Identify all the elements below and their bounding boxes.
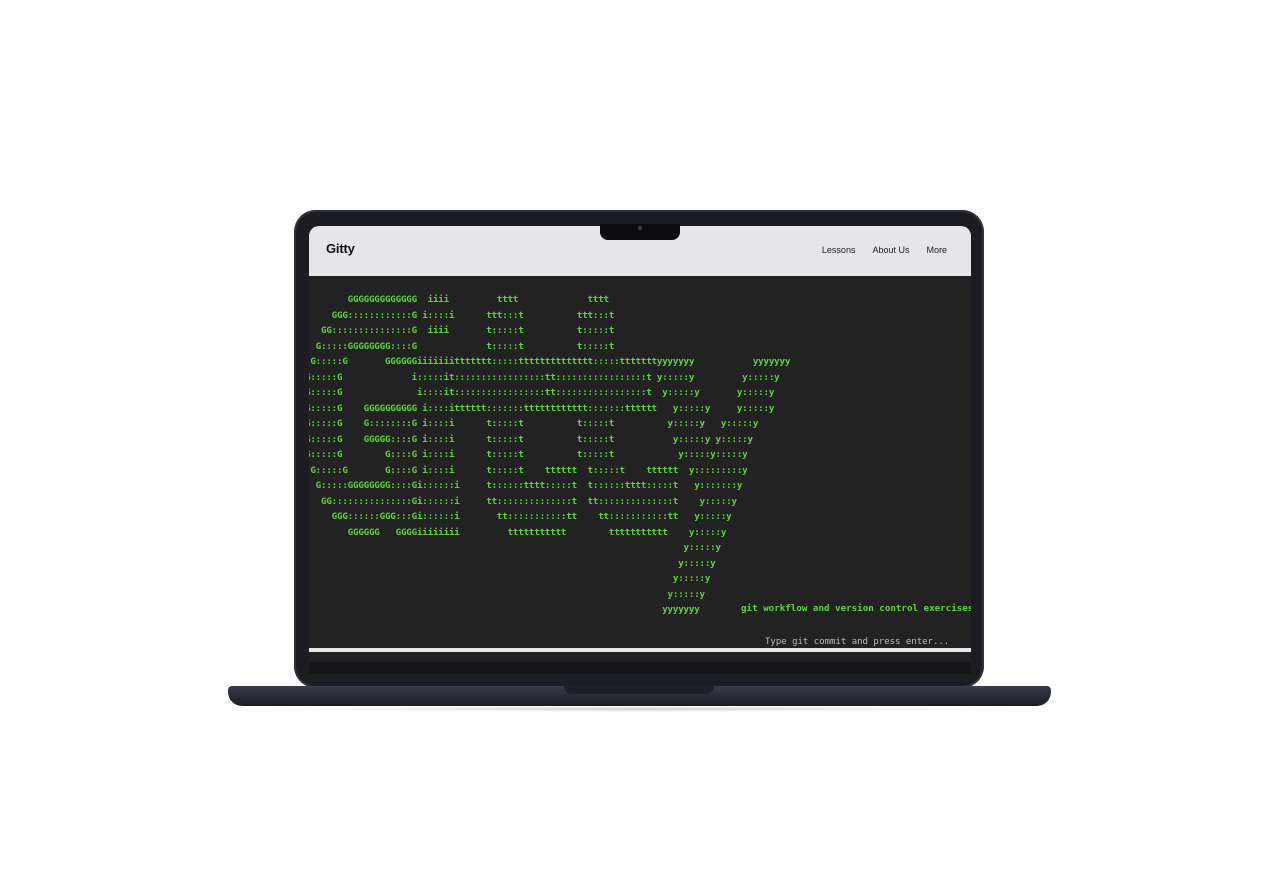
laptop-mockup: Gitty Lessons About Us More GGGGGGGGGGGG… [0, 0, 1280, 896]
camera-notch [600, 224, 680, 240]
nav-link-lessons[interactable]: Lessons [822, 245, 856, 255]
brand-logo[interactable]: Gitty [326, 241, 355, 256]
nav-link-more[interactable]: More [926, 245, 947, 255]
laptop-shadow [260, 706, 1020, 712]
bezel-bottom [309, 662, 971, 674]
camera-icon [638, 226, 642, 230]
screen-bottom-strip [309, 648, 971, 652]
trackpad-notch [564, 686, 714, 694]
terminal-panel: GGGGGGGGGGGGG iiii tttt tttt GGG::::::::… [309, 276, 971, 652]
laptop-lid: Gitty Lessons About Us More GGGGGGGGGGGG… [294, 210, 984, 688]
nav-links: Lessons About Us More [822, 245, 947, 255]
nav-link-about-us[interactable]: About Us [872, 245, 909, 255]
laptop-base [228, 686, 1051, 706]
ascii-logo: GGGGGGGGGGGGG iiii tttt tttt GGG::::::::… [309, 294, 791, 615]
tagline: git workflow and version control exercis… [741, 603, 971, 614]
laptop-screen: Gitty Lessons About Us More GGGGGGGGGGGG… [309, 226, 971, 662]
